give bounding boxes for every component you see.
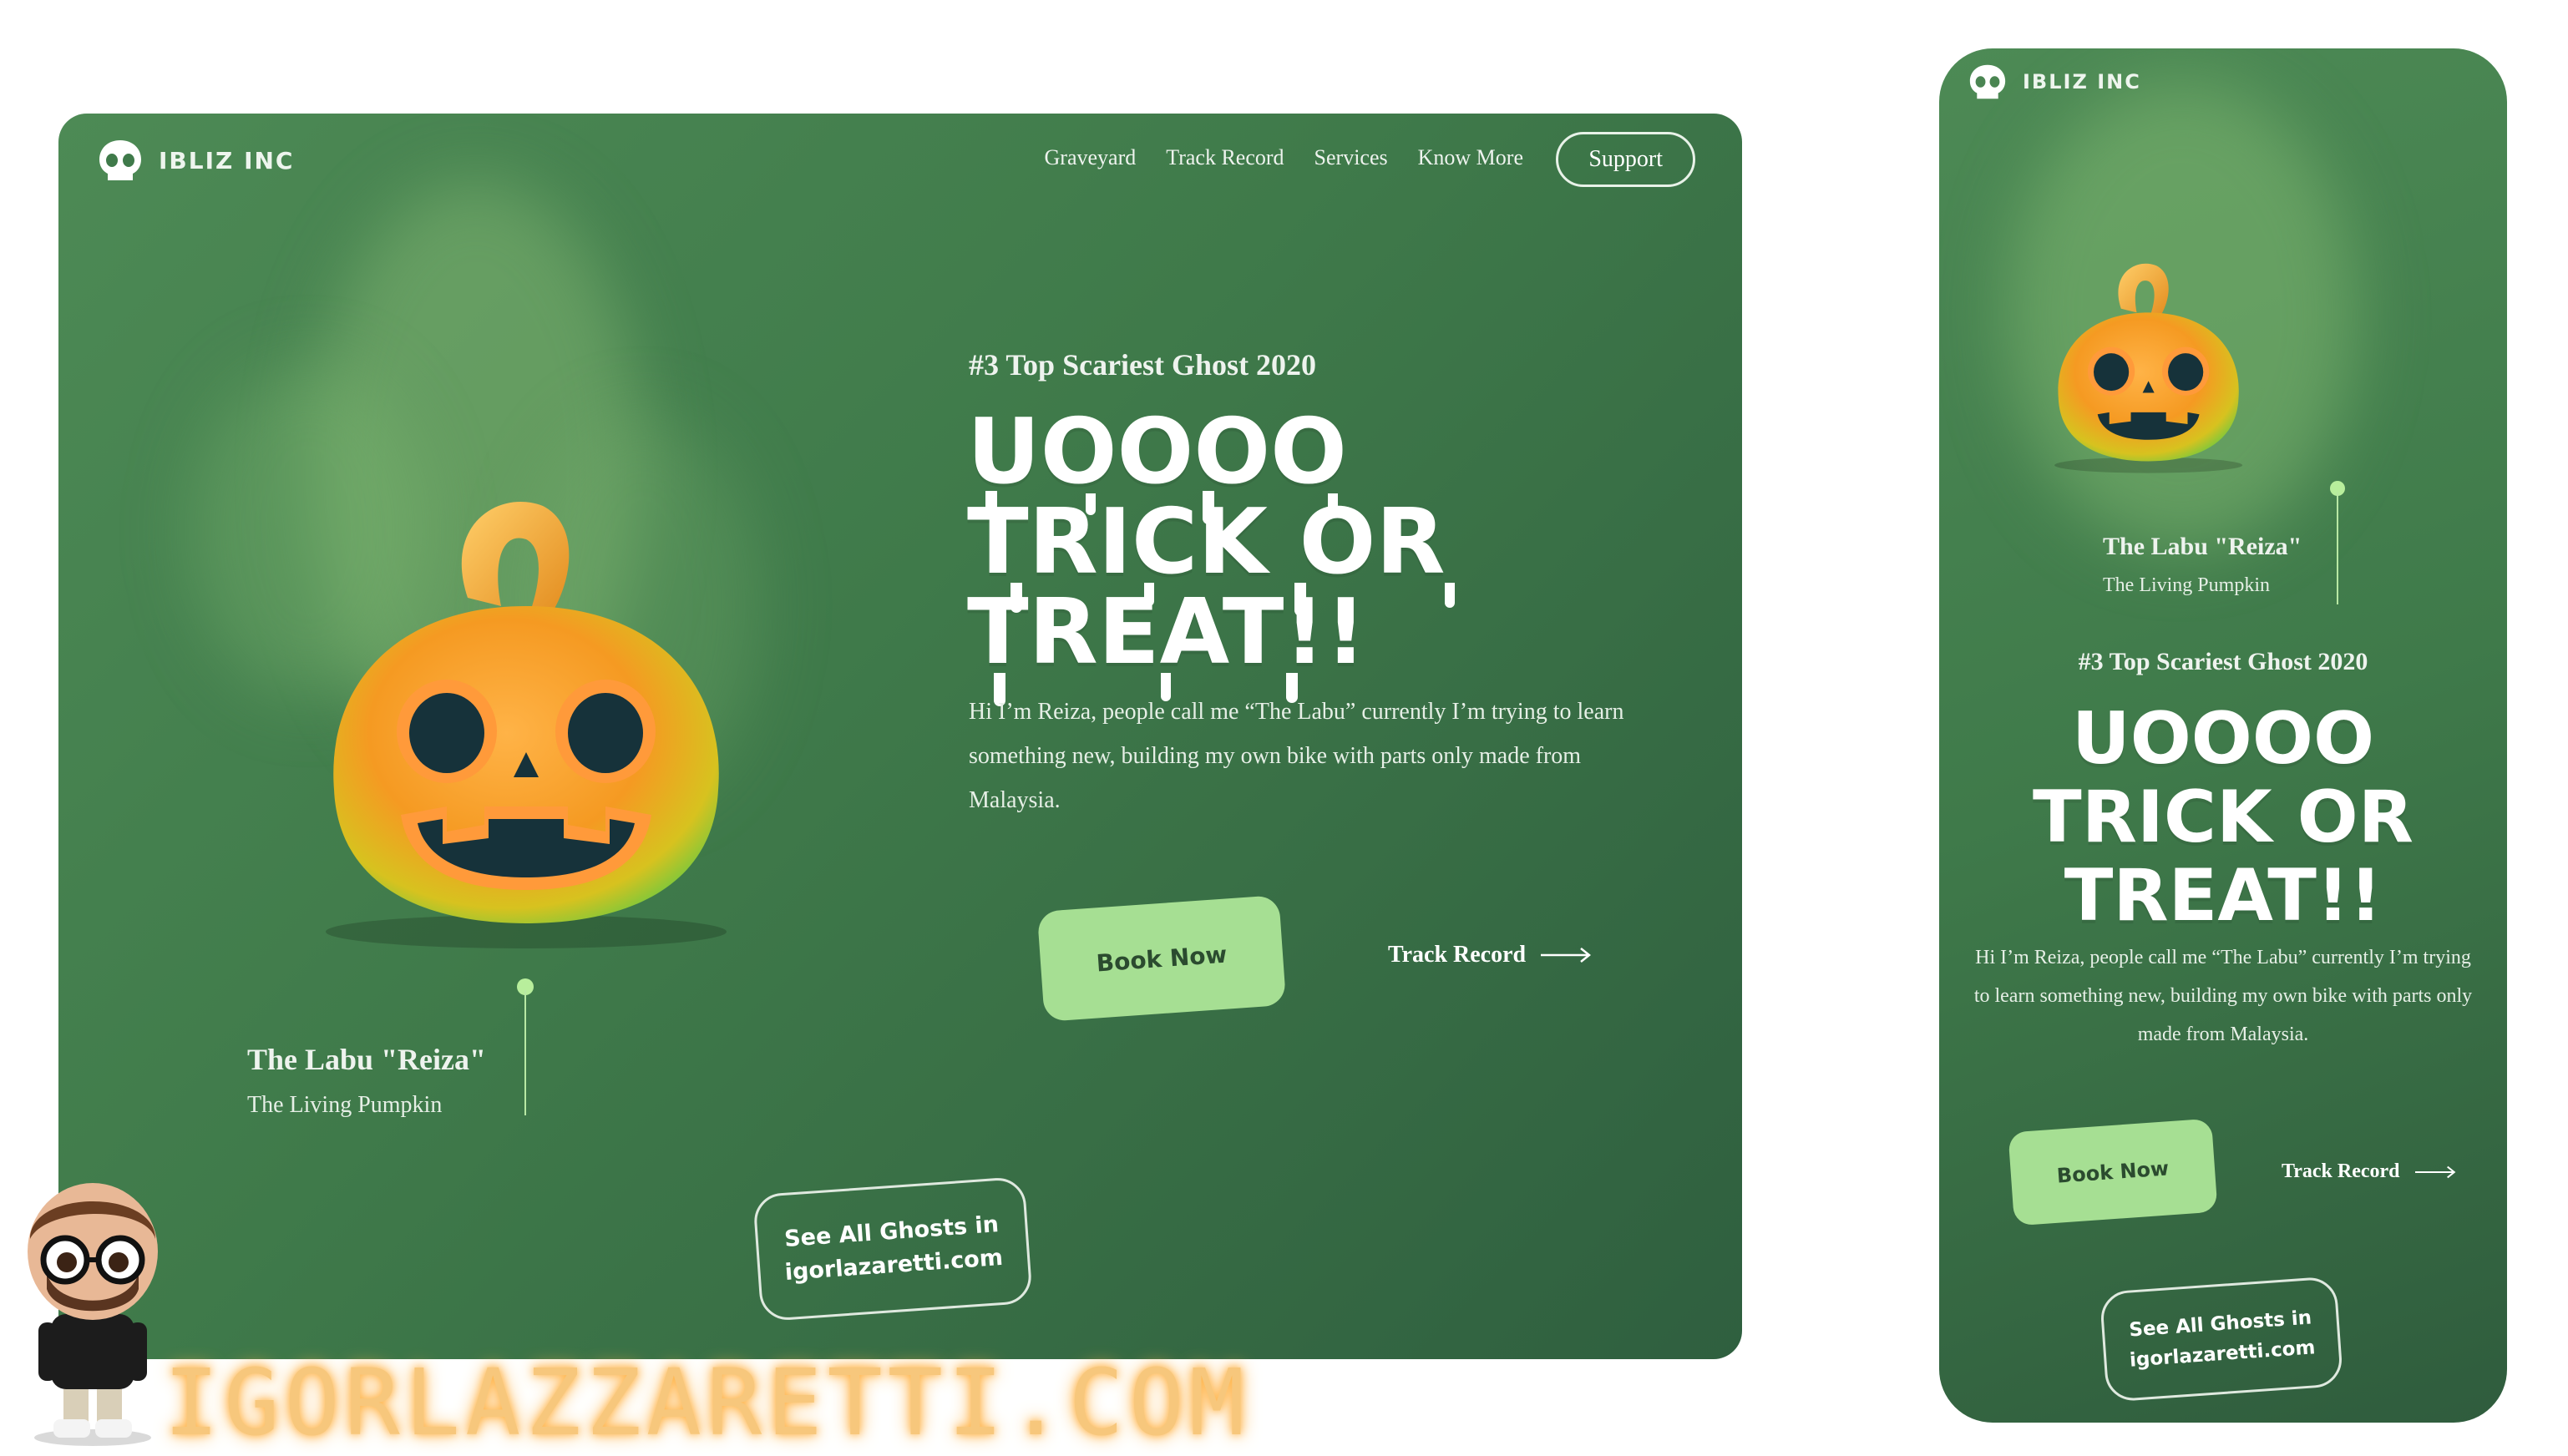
drip — [1010, 583, 1022, 613]
support-button[interactable]: Support — [1556, 132, 1695, 187]
drip — [1203, 491, 1214, 524]
mobile-preview: IBLIZ INC The Labu "Reiza" The Living Pu… — [1939, 48, 2507, 1423]
hero-description: Hi I’m Reiza, people call me “The Labu” … — [969, 699, 1624, 813]
hero-line-1: UOOOO — [967, 400, 1347, 504]
skull-icon — [99, 140, 141, 180]
mobile-hero-tagline: #3 Top Scariest Ghost 2020 — [2078, 648, 2368, 675]
mobile-track-record-link[interactable]: Track Record — [2282, 1160, 2457, 1183]
avatar-figure — [28, 1183, 158, 1446]
book-now-button[interactable]: Book Now — [1036, 895, 1287, 1022]
track-record-label: Track Record — [1388, 942, 1527, 968]
brand-name: IBLIZ INC — [159, 146, 295, 174]
mobile-brand-name: IBLIZ INC — [2023, 70, 2141, 94]
nav-services[interactable]: Services — [1314, 145, 1388, 170]
drip — [1445, 583, 1455, 608]
brand-logo[interactable]: IBLIZ INC — [97, 139, 294, 182]
arrow-right-icon — [1541, 948, 1592, 963]
character-subtitle: The Living Pumpkin — [247, 1092, 443, 1118]
see-all-ghosts-button[interactable]: See All Ghosts in igorlazaretti.com — [752, 1175, 1033, 1322]
mobile-character-subtitle: The Living Pumpkin — [2103, 574, 2270, 596]
mobile-hero-line-2: TRICK OR — [2033, 776, 2414, 859]
desktop-preview: IBLIZ INC Graveyard Track Record Service… — [58, 114, 1742, 1359]
mobile-brand-logo[interactable]: IBLIZ INC — [1968, 63, 2141, 100]
hero-tagline: #3 Top Scariest Ghost 2020 — [969, 348, 1317, 382]
mobile-hero-line-3: TREAT!! — [2064, 854, 2383, 938]
mobile-hero-description: Hi I’m Reiza, people call me “The Labu” … — [1973, 947, 2473, 1045]
drip — [1086, 493, 1096, 515]
mobile-see-all-ghosts-button[interactable]: See All Ghosts in igorlazaretti.com — [2099, 1276, 2344, 1403]
mobile-character-name: The Labu "Reiza" — [2103, 533, 2302, 560]
track-record-link[interactable]: Track Record — [1388, 942, 1593, 968]
pumpkin-illustration — [326, 501, 727, 948]
mobile-book-now-button[interactable]: Book Now — [2008, 1118, 2218, 1226]
arrow-right-icon — [2414, 1165, 2455, 1178]
drip — [1144, 583, 1154, 606]
pin-line — [524, 990, 526, 1115]
hero-line-3: TREAT!! — [967, 580, 1366, 685]
watermark-text: IGORLAZZARETTI.COM — [164, 1349, 1250, 1456]
mobile-hero-line-1: UOOOO — [2071, 697, 2375, 781]
drip — [1328, 493, 1338, 513]
drip — [985, 491, 997, 519]
mobile-pumpkin-illustration — [2054, 263, 2243, 473]
mobile-pin-line — [2337, 493, 2338, 604]
mobile-track-record-label: Track Record — [2282, 1160, 2400, 1182]
skull-icon — [1969, 64, 2006, 99]
character-name: The Labu "Reiza" — [247, 1043, 486, 1076]
nav-graveyard[interactable]: Graveyard — [1045, 145, 1137, 170]
drip — [1294, 583, 1306, 616]
nav-know-more[interactable]: Know More — [1418, 145, 1523, 170]
main-nav: Graveyard Track Record Services Know Mor… — [1015, 145, 1523, 170]
nav-track-record[interactable]: Track Record — [1166, 145, 1284, 170]
